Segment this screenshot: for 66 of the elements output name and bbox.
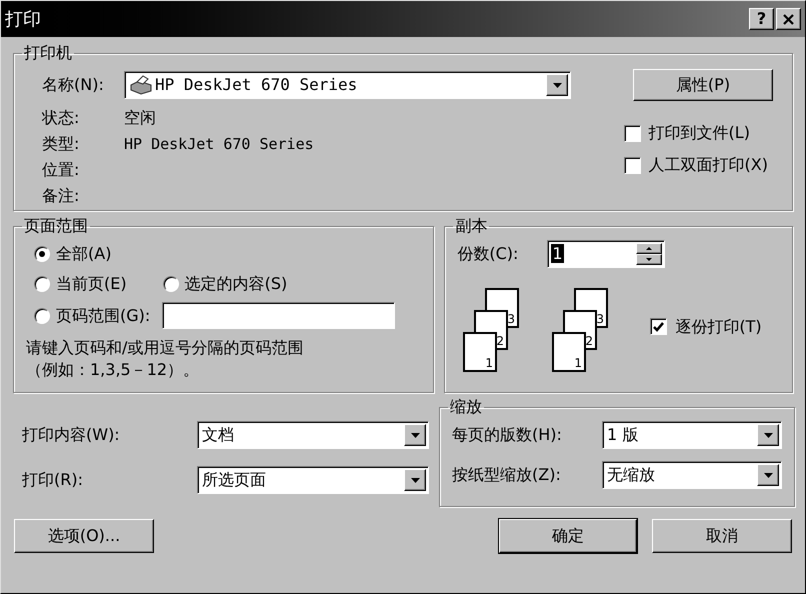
page-range-field[interactable]: [162, 302, 396, 329]
caret-icon: [764, 472, 772, 478]
field-label: 每页的版数(H):: [452, 424, 563, 446]
button[interactable]: 选项(O)...: [14, 519, 154, 553]
radio-button[interactable]: [34, 308, 50, 324]
dropdown[interactable]: 无缩放: [602, 461, 782, 489]
dropdown-arrow-button[interactable]: [404, 469, 426, 491]
field-label: 打印内容(W):: [22, 424, 121, 446]
field-label: 按纸型缩放(Z):: [452, 464, 562, 486]
caret-icon: [764, 432, 772, 438]
check-icon: [653, 322, 664, 332]
button[interactable]: 确定: [499, 519, 637, 553]
info-value: 空闲: [124, 107, 156, 129]
spin-up-button[interactable]: [636, 243, 662, 254]
window-title: 打印: [5, 8, 41, 32]
dropdown[interactable]: 文档: [197, 421, 429, 449]
field-label: 名称(N):: [41, 74, 105, 96]
up-arrow-icon: [646, 247, 652, 250]
spin-down-button[interactable]: [636, 254, 662, 265]
radio-button[interactable]: [162, 276, 179, 292]
group-title: 缩放: [449, 396, 483, 418]
radio-label[interactable]: 页码范围(G):: [56, 304, 150, 328]
checkbox-label[interactable]: 打印到文件(L): [648, 121, 750, 145]
close-button[interactable]: [776, 8, 801, 30]
checkbox-label[interactable]: 逐份打印(T): [675, 314, 762, 338]
page-stack-drawing: 3 2 1: [552, 288, 610, 373]
radio-button[interactable]: [34, 246, 50, 262]
radio-label[interactable]: 选定的内容(S): [184, 272, 288, 296]
group-title: 页面范围: [23, 215, 89, 237]
info-label: 位置:: [42, 159, 80, 181]
help-button[interactable]: ?: [749, 8, 774, 30]
dropdown-arrow-button[interactable]: [546, 74, 568, 96]
group-title: 副本: [454, 215, 488, 237]
hint-text: （例如：1,3,5－12）。: [26, 359, 200, 381]
caret-icon: [410, 432, 420, 438]
dropdown[interactable]: 1 版: [602, 421, 782, 449]
dropdown-arrow-button[interactable]: [404, 424, 426, 446]
dropdown[interactable]: 所选页面: [197, 466, 429, 494]
copies-value: 1: [551, 244, 564, 263]
checkbox[interactable]: [650, 318, 668, 335]
dropdown-arrow-button[interactable]: [757, 424, 779, 446]
page-stack-drawing: 3 2 1: [463, 288, 522, 373]
info-label: 状态:: [42, 107, 80, 129]
printer-icon: [129, 75, 153, 95]
dropdown[interactable]: HP DeskJet 670 Series: [124, 71, 571, 99]
info-value: HP DeskJet 670 Series: [124, 134, 314, 155]
checkbox-label[interactable]: 人工双面打印(X): [648, 153, 768, 177]
button[interactable]: 取消: [652, 519, 792, 553]
radio-label[interactable]: 当前页(E): [56, 272, 127, 296]
info-label: 类型:: [42, 133, 80, 155]
group-title: 打印机: [23, 42, 73, 64]
properties-button[interactable]: 属性(P): [633, 69, 773, 101]
caret-icon: [552, 82, 562, 88]
hint-text: 请键入页码和/或用逗号分隔的页码范围: [26, 337, 304, 359]
dropdown-arrow-button[interactable]: [757, 464, 779, 486]
field-label: 份数(C):: [457, 243, 520, 265]
caret-icon: [410, 478, 420, 482]
radio-label[interactable]: 全部(A): [56, 242, 112, 266]
info-label: 备注:: [42, 185, 80, 207]
checkbox[interactable]: [624, 124, 641, 142]
radio-button[interactable]: [34, 276, 50, 292]
down-arrow-icon: [646, 258, 652, 261]
checkbox[interactable]: [624, 156, 641, 174]
field-label: 打印(R):: [22, 469, 84, 491]
close-icon: [783, 14, 794, 24]
copies-spinner[interactable]: 1: [547, 240, 666, 268]
